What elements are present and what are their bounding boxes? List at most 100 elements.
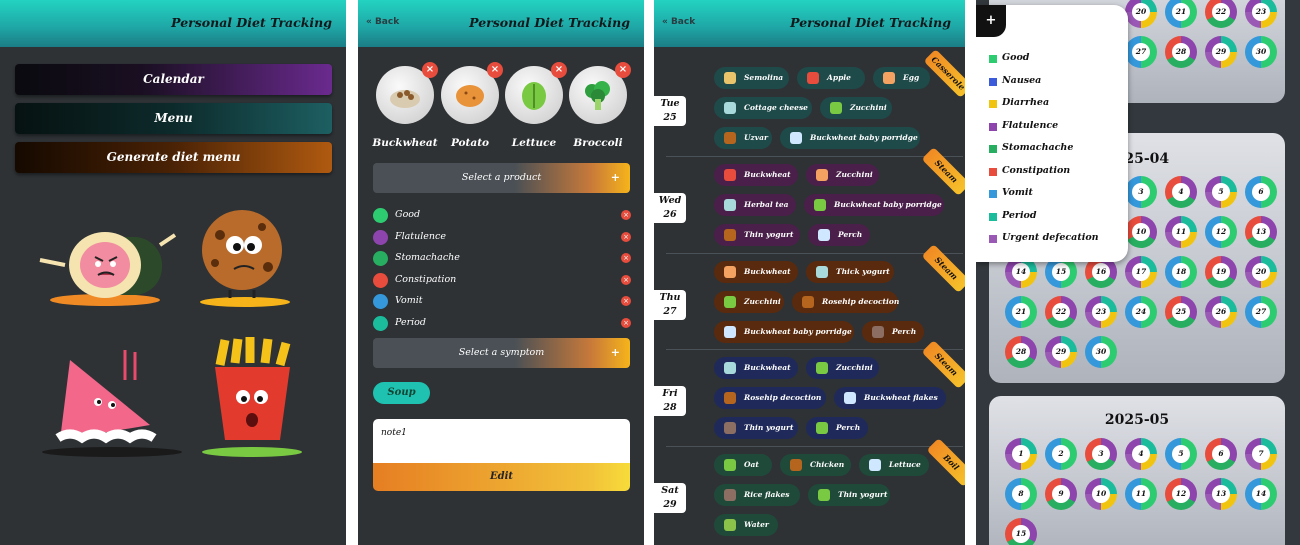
calendar-day[interactable]: 9 xyxy=(1045,478,1077,510)
menu-item-chip[interactable]: Apple xyxy=(797,67,865,89)
back-button[interactable]: « Back xyxy=(662,17,695,27)
remove-symptom-icon[interactable]: × xyxy=(621,231,631,242)
calendar-day[interactable]: 30 xyxy=(1085,336,1117,368)
edit-button[interactable]: Edit xyxy=(373,463,630,491)
menu-item-chip[interactable]: Rice flakes xyxy=(714,484,800,506)
calendar-day[interactable]: 29 xyxy=(1045,336,1077,368)
remove-product-icon[interactable]: × xyxy=(551,62,567,78)
menu-item-chip[interactable]: Buckwheat baby porridge xyxy=(714,321,854,343)
menu-item-chip[interactable]: Thin yogurt xyxy=(808,484,890,506)
note-field[interactable]: note1 xyxy=(373,419,630,463)
legend-toggle-button[interactable]: + xyxy=(976,5,1006,37)
menu-item-chip[interactable]: Chicken xyxy=(780,454,851,476)
calendar-button[interactable]: Calendar xyxy=(15,64,332,95)
calendar-day[interactable]: 14 xyxy=(1245,478,1277,510)
calendar-day[interactable]: 29 xyxy=(1205,36,1237,68)
calendar-day[interactable]: 13 xyxy=(1205,478,1237,510)
calendar-day[interactable]: 10 xyxy=(1085,478,1117,510)
product-potato[interactable]: × xyxy=(441,62,503,124)
back-button[interactable]: « Back xyxy=(366,17,399,27)
menu-item-chip[interactable]: Thick yogurt xyxy=(806,261,894,283)
calendar-day[interactable]: 13 xyxy=(1245,216,1277,248)
calendar-day[interactable]: 7 xyxy=(1245,438,1277,470)
calendar-day[interactable]: 30 xyxy=(1245,36,1277,68)
calendar-day[interactable]: 5 xyxy=(1205,176,1237,208)
remove-product-icon[interactable]: × xyxy=(422,62,438,78)
calendar-day[interactable]: 8 xyxy=(1005,478,1037,510)
menu-item-chip[interactable]: Buckwheat xyxy=(714,357,798,379)
calendar-day[interactable]: 23 xyxy=(1085,296,1117,328)
calendar-day[interactable]: 27 xyxy=(1245,296,1277,328)
menu-item-chip[interactable]: Zucchini xyxy=(820,97,892,119)
menu-item-chip[interactable]: Perch xyxy=(806,417,868,439)
calendar-day[interactable]: 25 xyxy=(1165,296,1197,328)
calendar-day[interactable]: 26 xyxy=(1205,296,1237,328)
remove-symptom-icon[interactable]: × xyxy=(621,318,631,328)
menu-item-chip[interactable]: Uzvar xyxy=(714,127,772,149)
product-buckwheat[interactable]: × xyxy=(376,62,438,124)
calendar-day[interactable]: 18 xyxy=(1165,256,1197,288)
select-product-dropdown[interactable]: Select a product + xyxy=(373,163,630,193)
menu-item-chip[interactable]: Thin yogurt xyxy=(714,417,798,439)
calendar-day[interactable]: 1 xyxy=(1005,438,1037,470)
menu-item-chip[interactable]: Buckwheat flakes xyxy=(834,387,946,409)
remove-symptom-icon[interactable]: × xyxy=(621,253,631,264)
menu-item-chip[interactable]: Semolina xyxy=(714,67,789,89)
menu-item-chip[interactable]: Buckwheat baby porridge xyxy=(780,127,920,149)
calendar-day[interactable]: 21 xyxy=(1005,296,1037,328)
calendar-day[interactable]: 10 xyxy=(1125,216,1157,248)
calendar-day[interactable]: 24 xyxy=(1125,296,1157,328)
menu-item-chip[interactable]: Water xyxy=(714,514,778,536)
calendar-day[interactable]: 19 xyxy=(1205,256,1237,288)
calendar-day[interactable]: 3 xyxy=(1125,176,1157,208)
menu-item-chip[interactable]: Buckwheat baby porridge xyxy=(804,194,944,216)
calendar-day[interactable]: 27 xyxy=(1125,36,1157,68)
calendar-day[interactable]: 6 xyxy=(1245,176,1277,208)
calendar-day[interactable]: 4 xyxy=(1125,438,1157,470)
remove-symptom-icon[interactable]: × xyxy=(621,296,631,307)
menu-item-chip[interactable]: Rosehip decoction xyxy=(714,387,826,409)
menu-item-chip[interactable]: Buckwheat xyxy=(714,164,798,186)
remove-symptom-icon[interactable]: × xyxy=(621,274,631,285)
calendar-day[interactable]: 5 xyxy=(1165,438,1197,470)
menu-item-chip[interactable]: Buckwheat xyxy=(714,261,798,283)
calendar-day[interactable]: 3 xyxy=(1085,438,1117,470)
menu-item-chip[interactable]: Perch xyxy=(862,321,924,343)
generate-diet-menu-button[interactable]: Generate diet menu xyxy=(15,142,332,173)
calendar-day[interactable]: 11 xyxy=(1125,478,1157,510)
calendar-day[interactable]: 17 xyxy=(1125,256,1157,288)
product-broccoli[interactable]: × xyxy=(569,62,631,124)
soup-tag[interactable]: Soup xyxy=(373,382,430,404)
calendar-day[interactable]: 11 xyxy=(1165,216,1197,248)
calendar-day[interactable]: 20 xyxy=(1125,0,1157,28)
menu-item-chip[interactable]: Zucchini xyxy=(806,357,879,379)
calendar-day[interactable]: 22 xyxy=(1205,0,1237,28)
calendar-day[interactable]: 20 xyxy=(1245,256,1277,288)
calendar-day[interactable]: 4 xyxy=(1165,176,1197,208)
menu-item-chip[interactable]: Lettuce xyxy=(859,454,929,476)
calendar-day[interactable]: 15 xyxy=(1005,518,1037,545)
select-symptom-dropdown[interactable]: Select a symptom + xyxy=(373,338,630,368)
menu-button[interactable]: Menu xyxy=(15,103,332,134)
menu-item-chip[interactable]: Thin yogurt xyxy=(714,224,800,246)
menu-item-chip[interactable]: Herbal tea xyxy=(714,194,796,216)
remove-product-icon[interactable]: × xyxy=(615,62,631,78)
calendar-day[interactable]: 12 xyxy=(1205,216,1237,248)
menu-item-chip[interactable]: Egg xyxy=(873,67,930,89)
menu-item-chip[interactable]: Zucchini xyxy=(806,164,879,186)
calendar-day[interactable]: 28 xyxy=(1165,36,1197,68)
product-lettuce[interactable]: × xyxy=(505,62,567,124)
calendar-day[interactable]: 2 xyxy=(1045,438,1077,470)
menu-item-chip[interactable]: Cottage cheese xyxy=(714,97,812,119)
calendar-day[interactable]: 21 xyxy=(1165,0,1197,28)
menu-item-chip[interactable]: Perch xyxy=(808,224,870,246)
calendar-day[interactable]: 28 xyxy=(1005,336,1037,368)
remove-symptom-icon[interactable]: × xyxy=(621,210,631,220)
calendar-day[interactable]: 6 xyxy=(1205,438,1237,470)
remove-product-icon[interactable]: × xyxy=(487,62,503,78)
calendar-day[interactable]: 23 xyxy=(1245,0,1277,28)
menu-item-chip[interactable]: Oat xyxy=(714,454,772,476)
calendar-day[interactable]: 12 xyxy=(1165,478,1197,510)
calendar-day[interactable]: 22 xyxy=(1045,296,1077,328)
menu-item-chip[interactable]: Zucchini xyxy=(714,291,784,313)
